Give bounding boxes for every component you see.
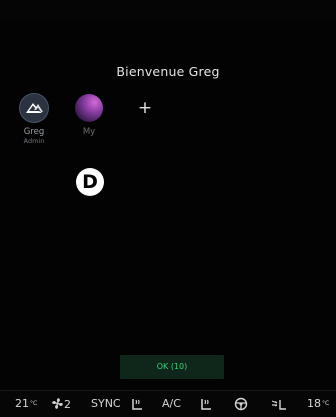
hvac-bar: 21°C 2 SYNC A/C 18°C xyxy=(0,390,336,417)
left-temperature[interactable]: 21°C xyxy=(15,397,37,411)
right-temp-unit: °C xyxy=(322,400,330,407)
alpine-logo-icon xyxy=(20,94,48,122)
airflow-direction-button[interactable] xyxy=(271,397,287,411)
welcome-title: Bienvenue Greg xyxy=(116,64,220,79)
add-profile-button[interactable]: + xyxy=(134,97,156,119)
steering-wheel-heat-button[interactable] xyxy=(234,397,248,411)
fan-speed-value: 2 xyxy=(64,398,71,411)
right-temp-value: 18 xyxy=(307,397,321,410)
fan-speed[interactable]: 2 xyxy=(51,397,71,412)
right-temperature[interactable]: 18°C xyxy=(307,397,329,411)
gradient-avatar xyxy=(75,94,103,122)
steering-wheel-icon xyxy=(234,397,248,411)
callout-badge: D xyxy=(76,168,104,196)
sync-button[interactable]: SYNC xyxy=(91,397,121,411)
airflow-seat-icon xyxy=(271,400,286,410)
status-bar xyxy=(0,0,336,20)
profile-role: Admin xyxy=(23,137,45,145)
left-temp-unit: °C xyxy=(30,400,38,407)
fan-icon xyxy=(52,398,63,409)
left-temp-value: 21 xyxy=(15,397,29,410)
profile-my[interactable]: My xyxy=(67,94,111,137)
seat-heat-left-button[interactable] xyxy=(130,398,144,411)
seat-heat-right-button[interactable] xyxy=(199,398,213,411)
ok-button[interactable]: OK (10) xyxy=(120,355,224,379)
ac-button[interactable]: A/C xyxy=(162,397,181,411)
profile-selection-screen: Bienvenue Greg Greg Admin My + D OK (10)… xyxy=(0,0,336,417)
seat-heat-icon xyxy=(132,399,142,410)
profile-greg[interactable]: Greg Admin xyxy=(12,94,56,146)
profile-name: Greg xyxy=(23,127,45,137)
seat-heat-icon xyxy=(201,399,211,410)
profile-name: My xyxy=(82,127,96,137)
